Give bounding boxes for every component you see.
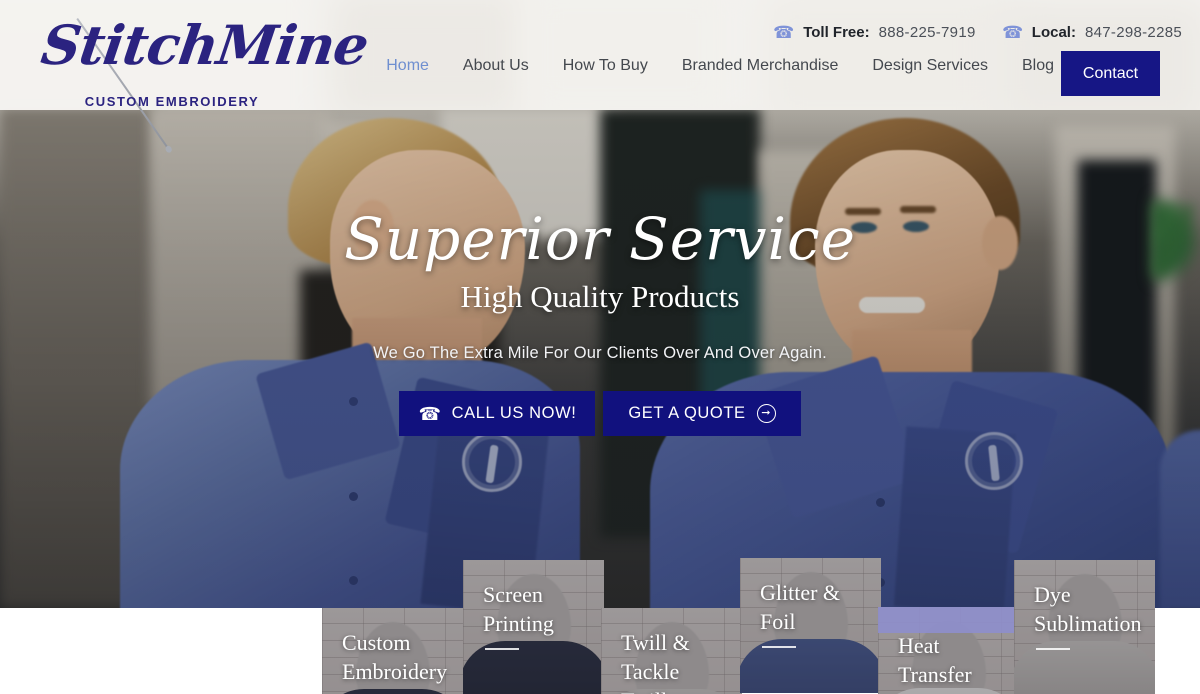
service-card-title: Twill & Tackle Twill	[621, 628, 732, 694]
service-card-title-line3: Twill	[621, 686, 732, 694]
service-card-title-line2: Transfer	[898, 662, 972, 688]
hero-cta-row: ☎ CALL US NOW! GET A QUOTE ➞	[0, 391, 1200, 437]
service-card-title-line1: Custom	[342, 630, 411, 655]
nav-item-branded-merchandise[interactable]: Branded Merchandise	[682, 57, 839, 75]
site-logo[interactable]: StitchMine CUSTOM EMBROIDERY	[38, 10, 372, 151]
toll-free-number[interactable]: 888-225-7919	[879, 24, 976, 41]
phone-icon: ☎	[1001, 23, 1023, 42]
card-divider	[762, 646, 796, 648]
nav-item-design-services[interactable]: Design Services	[872, 57, 988, 75]
call-us-now-label: CALL US NOW!	[451, 404, 577, 423]
call-us-now-button[interactable]: ☎ CALL US NOW!	[399, 391, 595, 437]
logo-wordmark: StitchMine	[37, 13, 372, 77]
service-card-twill-tackle-twill[interactable]: Twill & Tackle Twill	[601, 608, 742, 694]
service-card-title: Screen Printing	[483, 580, 594, 638]
card-accent-band	[878, 607, 1019, 633]
service-card-title-line1: Glitter &	[760, 580, 841, 605]
service-card-title: Heat Transfer	[898, 631, 1009, 689]
service-card-glitter-foil[interactable]: Glitter & Foil	[740, 558, 881, 693]
hero-tagline: We Go The Extra Mile For Our Clients Ove…	[373, 344, 827, 363]
toll-free-label: Toll Free:	[803, 24, 870, 41]
phone-icon: ☎	[773, 23, 795, 42]
nav-item-home[interactable]: Home	[386, 57, 429, 75]
service-card-title: Glitter & Foil	[760, 578, 871, 636]
service-card-screen-printing[interactable]: Screen Printing	[463, 560, 604, 694]
logo-tagline: CUSTOM EMBROIDERY	[84, 94, 260, 109]
service-card-title-line2: Foil	[760, 609, 796, 635]
toll-free-phone[interactable]: ☎ Toll Free: 888-225-7919	[773, 23, 976, 42]
site-header: StitchMine CUSTOM EMBROIDERY ☎ Toll Free…	[0, 0, 1200, 151]
local-phone[interactable]: ☎ Local: 847-298-2285	[1001, 23, 1182, 42]
service-card-title-line1: Twill &	[621, 630, 690, 655]
nav-item-about-us[interactable]: About Us	[463, 57, 529, 75]
page-root: StitchMine CUSTOM EMBROIDERY ☎ Toll Free…	[0, 0, 1200, 694]
card-divider	[485, 648, 519, 650]
hero-content: Superior Service High Quality Products W…	[0, 205, 1200, 437]
service-card-heat-transfer[interactable]: Heat Transfer	[878, 607, 1019, 694]
nav-item-how-to-buy[interactable]: How To Buy	[563, 57, 648, 75]
hero-headline-serif: High Quality Products	[460, 279, 740, 315]
service-card-title-line2: Printing	[483, 611, 554, 637]
local-number[interactable]: 847-298-2285	[1085, 24, 1182, 41]
arrow-right-circle-icon: ➞	[756, 404, 776, 424]
service-card-dye-sublimation[interactable]: Dye Sublimation	[1014, 560, 1155, 694]
phone-icon: ☎	[417, 403, 441, 424]
nav-item-blog[interactable]: Blog	[1022, 57, 1054, 75]
service-card-title-line1: Screen	[483, 582, 543, 607]
card-divider	[1036, 648, 1070, 650]
service-card-title: Dye Sublimation	[1034, 580, 1145, 638]
get-a-quote-label: GET A QUOTE	[628, 404, 746, 423]
service-card-title-line2: Tackle	[621, 659, 680, 685]
main-navigation: Home About Us How To Buy Branded Merchan…	[386, 57, 1054, 75]
hero-headline-script: Superior Service	[344, 205, 856, 273]
contact-button[interactable]: Contact	[1061, 51, 1160, 96]
service-card-title: Custom Embroidery	[342, 628, 453, 686]
service-card-custom-embroidery[interactable]: Custom Embroidery	[322, 608, 463, 694]
local-label: Local:	[1031, 24, 1076, 41]
service-card-title-line2: Sublimation	[1034, 611, 1142, 637]
service-card-title-line1: Dye	[1034, 582, 1071, 607]
header-phone-numbers: ☎ Toll Free: 888-225-7919 ☎ Local: 847-2…	[773, 23, 1182, 42]
service-card-title-line1: Heat	[898, 633, 940, 658]
service-card-title-line2: Embroidery	[342, 659, 448, 685]
get-a-quote-button[interactable]: GET A QUOTE ➞	[603, 391, 801, 437]
